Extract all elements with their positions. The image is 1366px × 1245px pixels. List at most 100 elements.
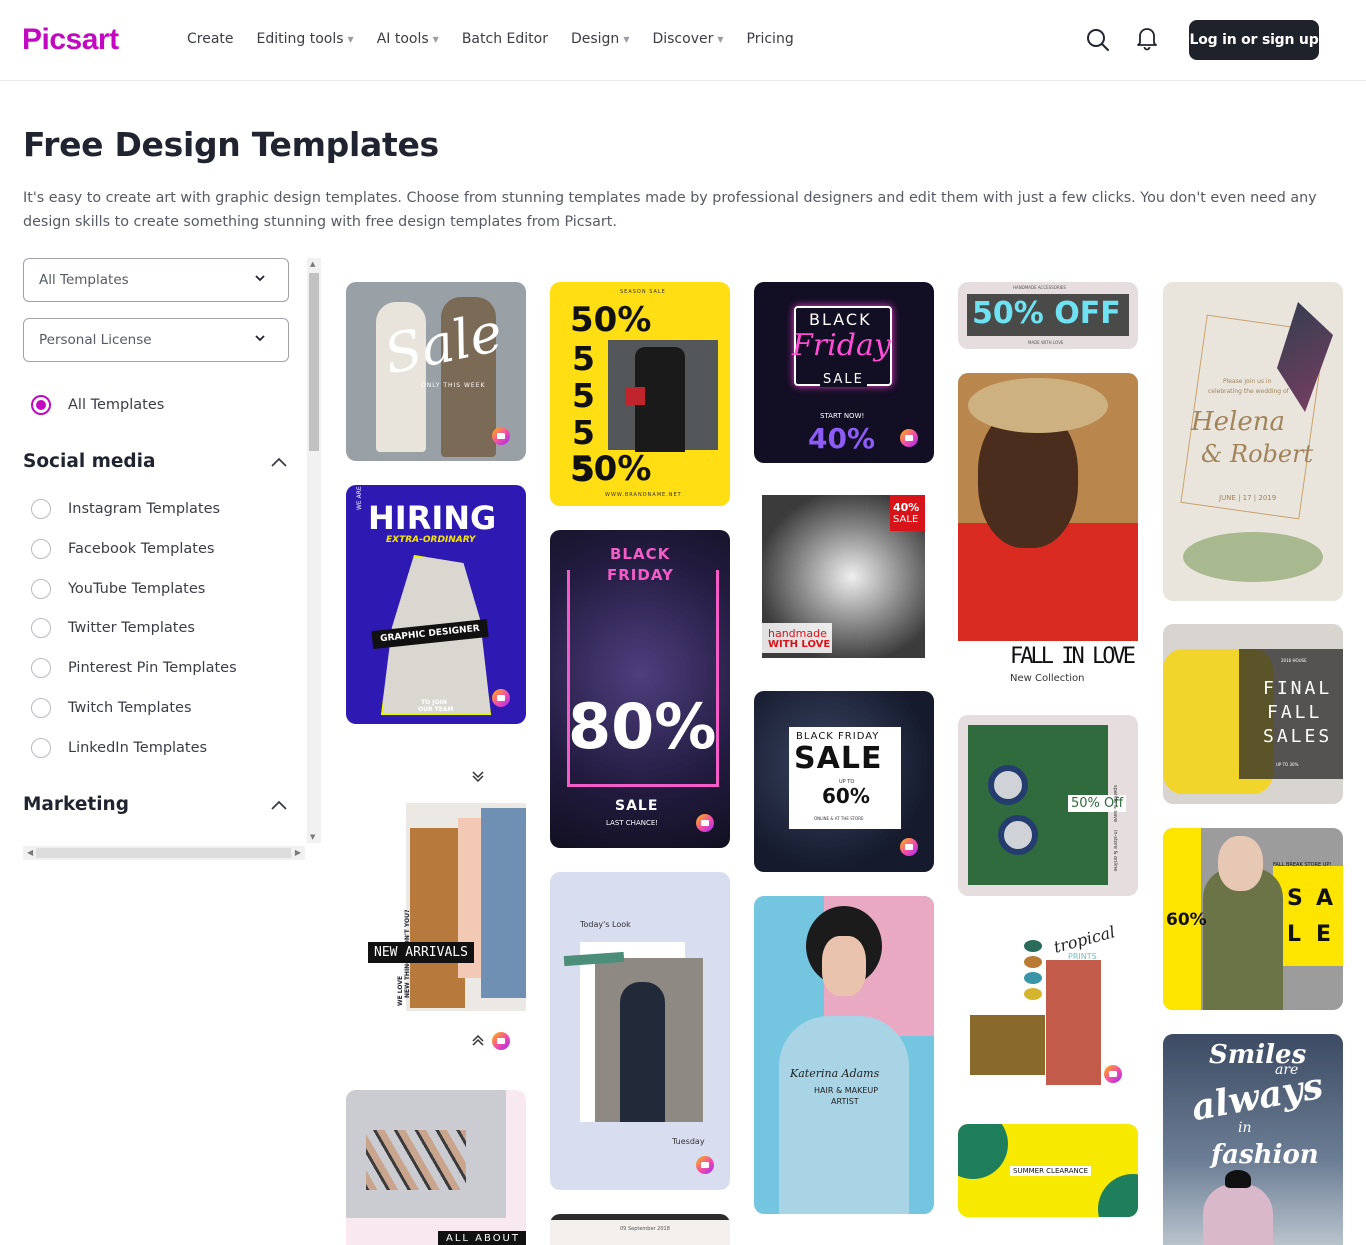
radio[interactable] (31, 499, 51, 519)
filter-label: Instagram Templates (68, 501, 221, 517)
filter-instagram[interactable]: Instagram Templates (31, 499, 220, 519)
template-text: L (1287, 922, 1302, 947)
filter-pinterest[interactable]: Pinterest Pin Templates (31, 658, 237, 678)
scroll-up-arrow-icon[interactable]: ▲ (310, 260, 315, 268)
swatch (1024, 956, 1042, 968)
template-text: 60% (822, 784, 870, 808)
radio[interactable] (31, 618, 51, 638)
template-text: Friday (792, 328, 891, 363)
template-text: PRINTS (1068, 952, 1097, 961)
template-card-hiring[interactable]: WE ARE HIRING EXTRA-ORDINARY GRAPHIC DES… (346, 485, 526, 724)
template-text: Today's Look (580, 920, 631, 929)
filter-label: All Templates (68, 397, 165, 413)
filter-linkedin[interactable]: LinkedIn Templates (31, 738, 207, 758)
template-text: MADE WITH LOVE (1028, 340, 1064, 345)
template-text: FINAL (1263, 678, 1333, 699)
filter-all-templates[interactable]: All Templates (31, 395, 164, 415)
template-card-all-about[interactable]: ALL ABOUT (346, 1090, 526, 1245)
category-select[interactable]: All Templates (23, 258, 289, 302)
template-card-september[interactable]: 09 September 2018 (550, 1214, 730, 1245)
photo-person (1046, 960, 1101, 1085)
nav-pricing[interactable]: Pricing (747, 31, 794, 47)
template-card-makeup-artist[interactable]: Katerina Adams HAIR & MAKEUP ARTIST (754, 896, 934, 1214)
template-card-tropical[interactable]: tropical PRINTS (958, 920, 1138, 1101)
swatch (1024, 988, 1042, 1000)
template-card-black-friday-40[interactable]: BLACK Friday SALE START NOW! 40% (754, 282, 934, 463)
template-card-smiles[interactable]: Smiles are always in fashion (1163, 1034, 1343, 1245)
template-text: ONLY THIS WEEK (421, 382, 486, 389)
license-select-value: Personal License (39, 332, 152, 348)
template-card-sale[interactable]: Sale ONLY THIS WEEK (346, 282, 526, 461)
photo-jeans (481, 808, 526, 998)
template-card-60-sale[interactable]: FALL BREAK STORE UP! 60% S A L E (1163, 828, 1343, 1010)
leaf-decor (1098, 1174, 1138, 1217)
template-card-handmade[interactable]: 40% SALE handmade WITH LOVE (754, 487, 934, 667)
template-card-earrings[interactable]: 50% Off sparkle & save in-store & online (958, 715, 1138, 896)
scroll-down-arrow-icon[interactable]: ▼ (310, 833, 315, 841)
template-card-black-friday-60[interactable]: BLACK FRIDAY SALE UP TO 60% ONLINE & AT … (754, 691, 934, 872)
search-icon[interactable] (1085, 27, 1111, 53)
template-card-new-arrivals[interactable]: NEW THINGS, DON'T YOU? WE LOVE NEW ARRIV… (346, 748, 526, 1066)
radio-selected[interactable] (31, 395, 51, 415)
template-text: 40% (893, 501, 920, 514)
template-text: SUMMER CLEARANCE (1010, 1166, 1092, 1176)
template-card-final-fall-sales[interactable]: 2016 HOUSE FINAL FALL SALES UP TO 30% (1163, 624, 1343, 804)
premium-crown-icon (900, 838, 918, 856)
nav-create[interactable]: Create (187, 31, 234, 47)
photo-bag (625, 387, 645, 405)
picsart-logo[interactable]: Picsart (22, 23, 119, 57)
template-text: 40% (808, 422, 876, 455)
swatch (1024, 972, 1042, 984)
license-select[interactable]: Personal License (23, 318, 289, 362)
template-text: JUNE | 17 | 2019 (1219, 494, 1277, 502)
template-card-summer-clearance[interactable]: SUMMER CLEARANCE (958, 1124, 1138, 1217)
section-title: Social media (23, 451, 156, 472)
radio[interactable] (31, 579, 51, 599)
nav-batch-editor-label: Batch Editor (461, 31, 548, 47)
login-signup-button[interactable]: Log in or sign up (1189, 20, 1319, 60)
nav-ai-tools[interactable]: AI tools ▼ (377, 31, 439, 47)
template-card-todays-look[interactable]: Today's Look Tuesday (550, 872, 730, 1190)
template-text: 80% (568, 690, 717, 763)
filter-twitter[interactable]: Twitter Templates (31, 618, 195, 638)
template-text: 50% (570, 300, 652, 340)
section-social-media[interactable]: Social media (23, 451, 289, 472)
scroll-left-arrow-icon[interactable]: ◀ (27, 848, 33, 857)
nav-editing-tools[interactable]: Editing tools ▼ (257, 31, 354, 47)
sidebar-vertical-scrollbar[interactable]: ▲ ▼ (307, 258, 321, 843)
filter-youtube[interactable]: YouTube Templates (31, 579, 205, 599)
nav-pricing-label: Pricing (746, 31, 794, 47)
photo-jacket (410, 828, 465, 1008)
section-marketing[interactable]: Marketing (23, 794, 289, 815)
radio[interactable] (31, 658, 51, 678)
radio[interactable] (31, 738, 51, 758)
nav-design[interactable]: Design ▼ (571, 31, 630, 47)
nav-batch-editor[interactable]: Batch Editor (462, 31, 548, 47)
template-text: FALL IN LOVE (1010, 644, 1136, 669)
template-text: SALE (615, 798, 659, 814)
template-card-50-off[interactable]: HANDMADE ACCESSORIES 50% OFF MADE WITH L… (958, 282, 1138, 349)
filter-sidebar: All Templates Personal License All Templ… (23, 258, 321, 862)
template-text: 50% OFF (972, 296, 1121, 331)
radio[interactable] (31, 698, 51, 718)
sidebar-horizontal-scrollbar[interactable]: ◀ ▶ (23, 846, 305, 860)
template-card-black-friday-80[interactable]: BLACK FRIDAY 80% SALE LAST CHANCE! (550, 530, 730, 848)
template-card-season-sale[interactable]: SEASON SALE 50% 5555 50% WWW.BRANDNAME.N… (550, 282, 730, 506)
photo-face (822, 936, 866, 996)
template-text: Katerina Adams (790, 1067, 880, 1080)
bell-icon[interactable] (1134, 25, 1160, 51)
scrollbar-thumb[interactable] (36, 848, 291, 858)
radio[interactable] (31, 539, 51, 559)
scroll-right-arrow-icon[interactable]: ▶ (295, 848, 301, 857)
template-text: WWW.BRANDNAME.NET (605, 492, 682, 498)
scrollbar-thumb[interactable] (309, 273, 319, 451)
template-text: OUR TEAM (418, 706, 454, 713)
template-card-fall-in-love[interactable]: FALL IN LOVE New Collection (958, 373, 1138, 691)
filter-twitch[interactable]: Twitch Templates (31, 698, 192, 718)
floral-decor (1183, 532, 1323, 582)
filter-facebook[interactable]: Facebook Templates (31, 539, 214, 559)
chevron-up-icon (271, 800, 287, 810)
filter-label: Twitter Templates (68, 620, 195, 636)
template-card-wedding[interactable]: Please join us in celebrating the weddin… (1163, 282, 1343, 601)
nav-discover[interactable]: Discover ▼ (652, 31, 723, 47)
